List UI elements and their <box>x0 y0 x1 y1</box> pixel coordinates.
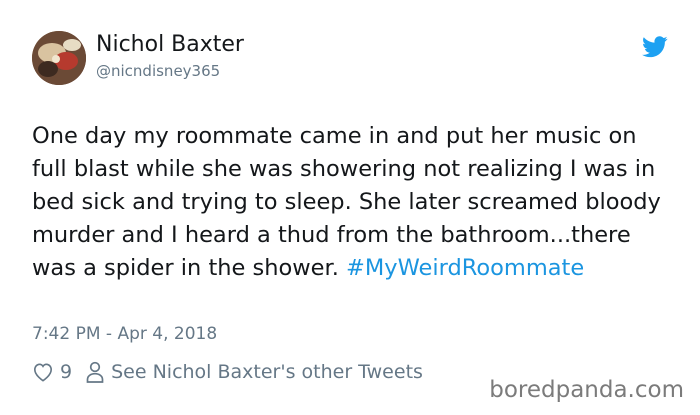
hashtag-link[interactable]: #MyWeirdRoommate <box>346 255 584 281</box>
tweet-text: One day my roommate came in and put her … <box>32 120 672 285</box>
avatar[interactable] <box>32 31 86 85</box>
watermark: boredpanda.com <box>489 377 684 403</box>
twitter-bird-icon[interactable] <box>642 36 668 58</box>
tweet-timestamp[interactable]: 7:42 PM - Apr 4, 2018 <box>32 322 217 346</box>
tweet-card: Nichol Baxter @nicndisney365 One day my … <box>0 0 700 415</box>
like-button[interactable]: 9 <box>32 361 72 383</box>
display-name[interactable]: Nichol Baxter <box>96 31 244 59</box>
user-handle[interactable]: @nicndisney365 <box>96 61 220 81</box>
heart-icon <box>33 363 53 382</box>
other-tweets-link[interactable]: See Nichol Baxter's other Tweets <box>86 361 423 383</box>
tweet-actions: 9 See Nichol Baxter's other Tweets <box>32 358 423 386</box>
person-icon <box>86 361 104 383</box>
other-tweets-label: See Nichol Baxter's other Tweets <box>111 361 423 383</box>
avatar-image <box>32 31 86 85</box>
like-count: 9 <box>60 361 73 383</box>
